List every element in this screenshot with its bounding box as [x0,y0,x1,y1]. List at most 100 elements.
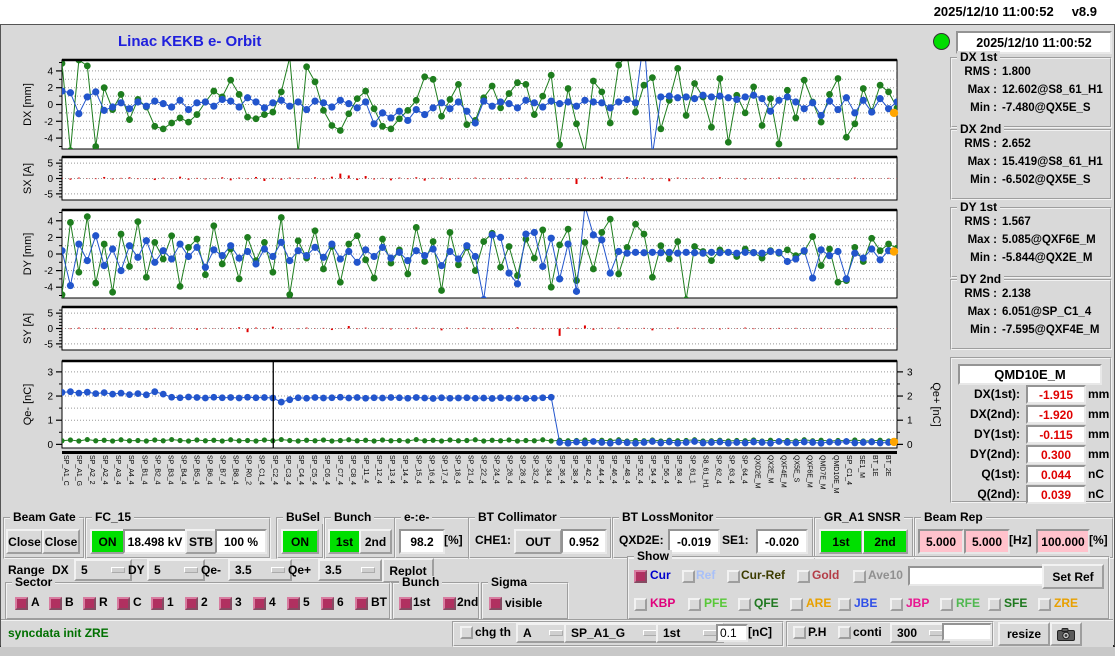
snsr-1st-button[interactable]: 1st [819,529,863,554]
svg-text:2: 2 [47,233,53,244]
range-qem-dropdown[interactable]: 3.5 [228,559,292,581]
sector-4-checkbox[interactable] [253,597,266,610]
extra-input[interactable] [942,623,992,641]
sector-bt-label: BT [371,595,387,609]
monitor-q1-value: 0.044 [1026,465,1086,484]
show-pfe-checkbox[interactable] [688,598,701,611]
show-qfe-checkbox[interactable] [738,598,751,611]
snsr-2nd-button[interactable]: 2nd [862,529,908,554]
show-ave10-checkbox[interactable] [853,570,866,583]
monitor-select-dropdown[interactable]: SP_A1_G [564,623,664,643]
fc15-stb-button[interactable]: STB [185,529,217,554]
bunch-plot-1st-checkbox[interactable] [399,597,412,610]
collimator-value-display: 0.952 [561,529,607,554]
sector-6-checkbox[interactable] [321,597,334,610]
count-dropdown[interactable]: 300 [890,623,950,643]
range-dx-dropdown[interactable]: 5 [74,559,132,581]
svg-text:4: 4 [47,66,53,77]
window-datetime: 2025/12/10 11:00:52 [933,4,1054,19]
show-zre-checkbox[interactable] [1038,598,1051,611]
svg-text:2: 2 [47,83,53,94]
show-are-checkbox[interactable] [790,598,803,611]
bpm-label: SP_38_4 [570,455,578,484]
monitor-dy2-value: 0.300 [1026,445,1086,464]
busel-on-button[interactable]: ON [281,529,319,554]
sx-plot: 5 0 -5 SX [A] [22,155,898,201]
dropdown-indicator-icon [929,630,943,636]
bunch-plot-2nd-checkbox[interactable] [443,597,456,610]
show-rfe-label: RFE [956,596,980,610]
sector-2-checkbox[interactable] [185,597,198,610]
svg-text:2: 2 [907,392,913,403]
svg-text:0: 0 [47,250,53,261]
stat-group-title: DY 1st [957,201,1001,214]
threshold-value-input[interactable]: 0.1 [716,624,748,642]
bpm-label: QXF4E_M [779,455,787,488]
beam-gate-close-1-button[interactable]: Close [6,529,43,554]
bpm-label: SP_44_4 [596,455,604,484]
sector-b-checkbox[interactable] [49,597,62,610]
svg-text:0: 0 [47,174,53,185]
show-sfe-checkbox[interactable] [988,598,1001,611]
camera-button[interactable] [1050,622,1082,646]
bunch-1st-button[interactable]: 1st [328,529,361,554]
chg-th-label: chg th [475,625,511,639]
monitor-dx1-value: -1.915 [1026,385,1086,404]
show-rfe-checkbox[interactable] [940,598,953,611]
sigma-visible-checkbox[interactable] [489,597,502,610]
show-kbp-checkbox[interactable] [634,598,647,611]
svg-text:-4: -4 [44,134,53,145]
sector-1-label: 1 [167,595,174,609]
range-dy-dropdown[interactable]: 5 [147,559,205,581]
sector-a-checkbox[interactable] [15,597,28,610]
bpm-name-axis: SP_A1_C SP_A1_G SP_A2_2 SP_A2_4 SP_A3_4 SP_A4… [62,455,902,513]
monitor-dy1-value: -0.115 [1026,425,1086,444]
conti-checkbox[interactable] [838,626,851,639]
bpm-label: SP_18_4 [453,455,461,484]
sector-c-checkbox[interactable] [117,597,130,610]
che1-out-button[interactable]: OUT [514,529,562,554]
show-gold-checkbox[interactable] [797,570,810,583]
bunch-2nd-button[interactable]: 2nd [359,529,392,554]
bpm-label: SP_17_4 [440,455,448,484]
sector-3-label: 3 [235,595,242,609]
bunch-select-dropdown[interactable]: 1st [656,623,724,643]
show-cur-checkbox[interactable] [634,570,647,583]
bunch-plot-1st-label: 1st [413,595,431,609]
sector-bt-checkbox[interactable] [355,597,368,610]
th-sector-dropdown[interactable]: A [516,623,570,643]
show-pfe-label: PFE [704,596,728,610]
bpm-label: SP_46_4 [609,455,617,484]
stat-rms: 1.567 [1002,216,1031,228]
show-jbp-checkbox[interactable] [890,598,903,611]
stat-group-dy-2nd: DY 2nd RMS :2.138 Max :6.051@SP_C1_4 Min… [950,273,1112,350]
fc15-percent-display: 100 % [215,529,267,554]
set-ref-button[interactable]: Set Ref [1042,564,1104,589]
set-ref-input[interactable] [908,566,1044,586]
ph-checkbox[interactable] [793,626,806,639]
sector-3-checkbox[interactable] [219,597,232,610]
beam-gate-close-2-button[interactable]: Close [42,529,80,554]
chg-th-checkbox[interactable] [460,626,473,639]
svg-text:5: 5 [47,159,53,170]
bpm-label: QXD2E_M [753,455,761,489]
fc15-on-button[interactable]: ON [90,529,125,554]
show-ref-checkbox[interactable] [682,570,695,583]
bpm-label: SP_22_4 [479,455,487,484]
sy-y-axis-label: SY [A] [22,313,34,344]
range-qep-dropdown[interactable]: 3.5 [318,559,382,581]
dropdown-indicator-icon [549,630,563,636]
sector-1-checkbox[interactable] [151,597,164,610]
sector-5-checkbox[interactable] [287,597,300,610]
bpm-label: SP_C4_4 [296,455,304,485]
che1-label: CHE1: [475,533,512,547]
sector-r-checkbox[interactable] [83,597,96,610]
bpm-label: SP_C2_4 [270,455,278,485]
svg-text:0: 0 [47,100,53,111]
show-jbe-checkbox[interactable] [838,598,851,611]
qe-y-axis-label: Qe- [nC] [22,384,34,426]
show-cur-ref-checkbox[interactable] [727,570,740,583]
qxd2e-value-display: -0.019 [668,529,720,554]
bpm-label: QXF6E_M [805,455,813,488]
resize-button[interactable]: resize [998,622,1050,646]
